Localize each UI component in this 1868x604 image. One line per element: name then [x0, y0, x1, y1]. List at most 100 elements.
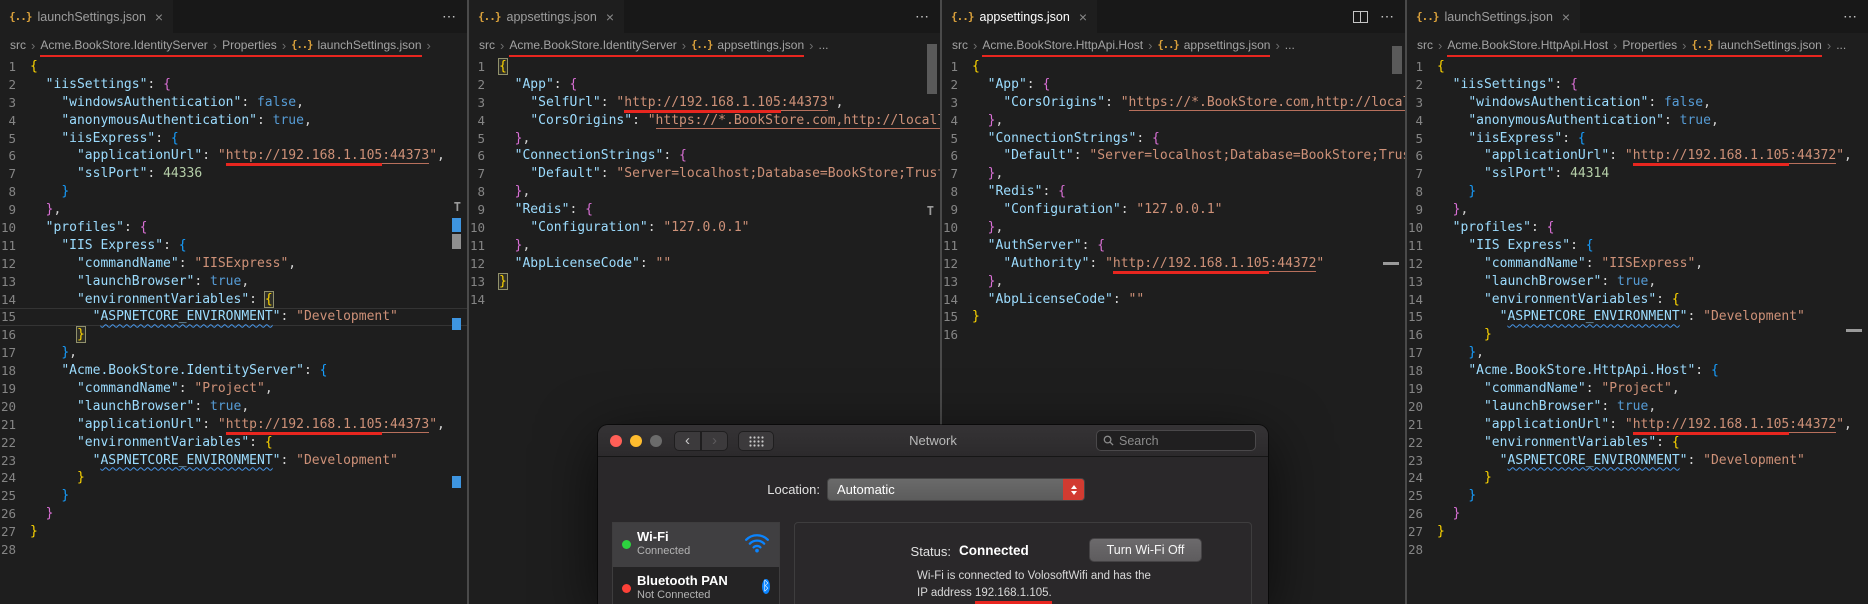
code-line: 6 "applicationUrl": "http://192.168.1.10… — [0, 147, 467, 167]
code-token: } — [61, 184, 70, 200]
code-token: "commandName" — [1483, 381, 1586, 397]
tab-launchsettings-identityserver[interactable]: {..} launchSettings.json × — [0, 0, 174, 33]
code-token: { — [1671, 434, 1680, 450]
code-line: 7 "sslPort": 44314 — [1407, 165, 1868, 183]
code-token: { — [170, 130, 179, 146]
breadcrumb-segment[interactable]: Acme.BookStore.IdentityServer — [40, 38, 207, 52]
more-actions-icon[interactable]: ⋯ — [1380, 8, 1395, 25]
code-token: : — [1695, 363, 1711, 379]
service-row-bluetooth-pan[interactable]: Bluetooth PAN Not Connected ᛒ — [613, 567, 779, 604]
breadcrumb-segment[interactable]: Acme.BookStore.HttpApi.Host — [982, 38, 1143, 52]
more-actions-icon[interactable]: ⋯ — [1843, 8, 1858, 25]
ruler-mark — [452, 234, 461, 249]
close-icon[interactable]: × — [1079, 10, 1087, 24]
code-token: : — [1081, 237, 1098, 253]
code-line-text: "ASPNETCORE_ENVIRONMENT": "Development" — [30, 452, 398, 470]
breadcrumb-file[interactable]: launchSettings.json — [317, 38, 421, 52]
breadcrumb-trail[interactable]: ... — [1285, 38, 1295, 52]
service-row-wifi[interactable]: Wi-Fi Connected — [613, 523, 779, 567]
line-number: 7 — [950, 166, 958, 182]
code-token: http://192.168.1.105 — [624, 94, 781, 113]
code-line: 7 "Default": "Server=localhost;Database=… — [469, 165, 940, 183]
tab-appsettings-httpapi-host[interactable]: {..} appsettings.json × — [942, 0, 1098, 33]
code-token: , — [264, 381, 273, 397]
breadcrumb-file[interactable]: launchSettings.json — [1718, 38, 1822, 52]
breadcrumb-file[interactable]: appsettings.json — [717, 38, 804, 52]
code-editor[interactable]: 1{2 "App": {3 "SelfUrl": "http://192.168… — [469, 58, 940, 308]
location-dropdown[interactable]: Automatic — [827, 478, 1085, 501]
code-token: : — [600, 94, 617, 110]
breadcrumb-segment[interactable]: Properties — [222, 38, 277, 52]
code-token: { — [499, 59, 507, 74]
code-line-text: "applicationUrl": "http://192.168.1.105:… — [30, 147, 445, 167]
more-actions-icon[interactable]: ⋯ — [442, 8, 457, 25]
code-editor[interactable]: 1{2 "iisSettings": {3 "windowsAuthentica… — [1407, 58, 1868, 559]
tab-launchsettings-httpapi-host[interactable]: {..} launchSettings.json × — [1407, 0, 1581, 33]
search-input[interactable]: Search — [1096, 430, 1256, 451]
close-icon[interactable]: × — [606, 10, 614, 24]
line-number: 17 — [0, 345, 16, 361]
code-token: :44372 — [1269, 255, 1317, 272]
tab-appsettings-identityserver[interactable]: {..} appsettings.json × — [469, 0, 625, 33]
line-number: 22 — [1407, 434, 1423, 450]
dialog-titlebar[interactable]: ‹ › Network Search — [598, 425, 1268, 457]
code-editor[interactable]: 1{2 "iisSettings": {3 "windowsAuthentica… — [0, 58, 467, 559]
code-token: { — [163, 76, 171, 92]
breadcrumb-file[interactable]: appsettings.json — [1184, 38, 1271, 52]
breadcrumb-root[interactable]: src — [10, 38, 26, 52]
code-token: : — [1042, 184, 1059, 200]
code-token: } — [45, 506, 54, 522]
code-token: " — [429, 416, 438, 432]
code-line-text: } — [499, 273, 507, 291]
split-editor-icon[interactable] — [1353, 10, 1368, 23]
code-token: : — [1073, 148, 1090, 164]
code-token: "sslPort" — [1483, 166, 1555, 182]
code-token: , — [1460, 202, 1469, 218]
code-line-text: "Acme.BookStore.HttpApi.Host": { — [1437, 362, 1718, 380]
code-line-text: }, — [499, 130, 531, 148]
breadcrumb-segment[interactable]: Properties — [1622, 38, 1677, 52]
line-number: 16 — [942, 327, 958, 343]
code-token: { — [319, 363, 328, 379]
code-line: 1{ — [469, 58, 940, 76]
code-token: "iisExpress" — [1468, 130, 1563, 146]
code-token: , — [53, 202, 62, 218]
breadcrumb-root[interactable]: src — [952, 38, 968, 52]
code-token: , — [995, 220, 1004, 236]
code-line: 6 "Default": "Server=localhost;Database=… — [942, 147, 1405, 165]
more-actions-icon[interactable]: ⋯ — [915, 8, 930, 25]
scrollbar-thumb[interactable] — [1392, 46, 1402, 74]
code-token: } — [1468, 345, 1477, 361]
turn-wifi-off-button[interactable]: Turn Wi-Fi Off — [1089, 538, 1202, 562]
breadcrumb-segment[interactable]: Acme.BookStore.IdentityServer — [509, 38, 676, 52]
editor-group-1: {..} launchSettings.json × ⋯ src › Acme.Bo… — [0, 0, 467, 604]
code-line: 5 }, — [469, 130, 940, 148]
breadcrumb-segment[interactable]: Acme.BookStore.HttpApi.Host — [1447, 38, 1608, 52]
code-token: : — [194, 273, 211, 289]
breadcrumb-root[interactable]: src — [1417, 38, 1433, 52]
line-number: 7 — [477, 166, 485, 182]
chevron-icon: › — [809, 37, 814, 53]
code-line-text: "ASPNETCORE_ENVIRONMENT": "Development" — [1437, 308, 1805, 326]
code-line-text: "SelfUrl": "http://192.168.1.105:44373", — [499, 94, 843, 113]
code-editor[interactable]: 1{2 "App": {3 "CorsOrigins": "https://*.… — [942, 58, 1405, 344]
code-token: } — [76, 470, 85, 486]
breadcrumb-trail[interactable]: ... — [818, 38, 828, 52]
code-token: : — [241, 94, 257, 110]
breadcrumb-trail[interactable]: ... — [1836, 38, 1846, 52]
breadcrumb-root[interactable]: src — [479, 38, 495, 52]
close-icon[interactable]: × — [155, 10, 163, 24]
code-token: "App" — [987, 76, 1027, 92]
code-line-text: } — [972, 308, 980, 326]
scrollbar-thumb[interactable] — [927, 44, 937, 94]
close-icon[interactable]: × — [1562, 10, 1570, 24]
line-number: 3 — [477, 94, 485, 110]
code-token: "applicationUrl" — [76, 148, 203, 164]
